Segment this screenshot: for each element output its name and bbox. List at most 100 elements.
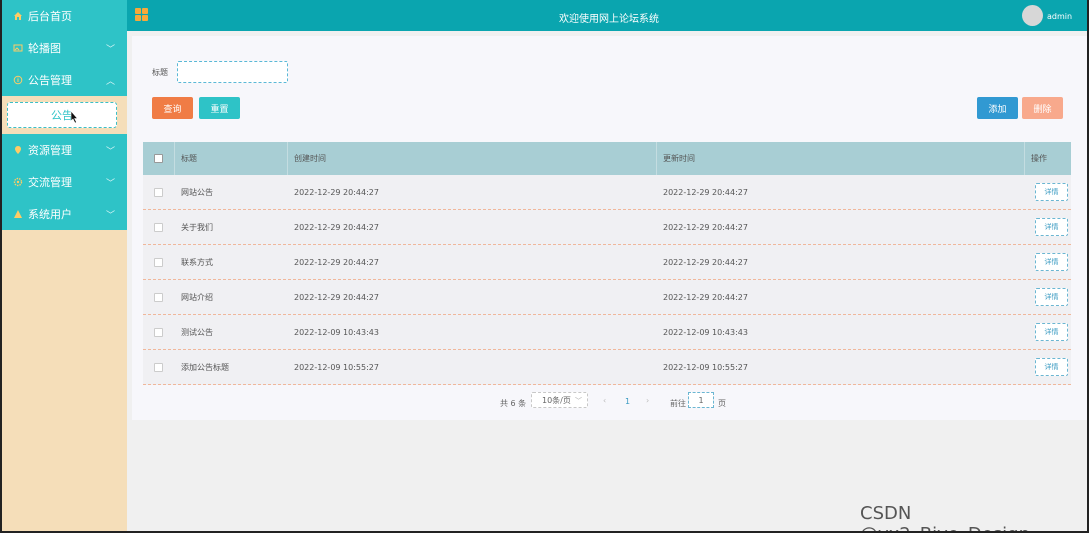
- chevron-down-icon: ﹀: [105, 211, 115, 221]
- cell-created: 2022-12-09 10:55:27: [294, 362, 379, 372]
- cell-title: 网站公告: [181, 187, 213, 197]
- cell-created: 2022-12-29 20:44:27: [294, 222, 379, 232]
- cell-title: 添加公告标题: [181, 362, 229, 372]
- chevron-down-icon: ﹀: [105, 147, 115, 157]
- sidebar-menu-lower: 资源管理 ﹀ 交流管理 ﹀ 系统用户 ﹀: [2, 134, 127, 230]
- next-page-icon[interactable]: ›: [646, 396, 649, 405]
- sidebar-item-resources[interactable]: 资源管理 ﹀: [2, 134, 127, 166]
- content-panel: 标题 查询 重置 添加 删除 标题 创建时间 更新时间 操作 网站公告 2022…: [132, 36, 1087, 420]
- goto-page-input[interactable]: 1: [688, 392, 714, 408]
- location-icon: [12, 144, 24, 156]
- page-size-value: 10条/页: [542, 395, 571, 405]
- row-check-cell: [143, 175, 174, 209]
- sidebar-item-notices[interactable]: 公告管理 ︿: [2, 64, 127, 96]
- username[interactable]: admin: [1047, 12, 1072, 21]
- chevron-down-icon: ﹀: [105, 45, 115, 55]
- goto-label: 前往: [670, 399, 686, 408]
- main-content: 标题 查询 重置 添加 删除 标题 创建时间 更新时间 操作 网站公告 2022…: [127, 31, 1087, 531]
- cell-updated: 2022-12-29 20:44:27: [663, 187, 748, 197]
- row-check-cell: [143, 350, 174, 384]
- row-checkbox[interactable]: [154, 327, 163, 337]
- page-number[interactable]: 1: [625, 397, 630, 406]
- submenu: 公告: [2, 96, 127, 134]
- search-label: 标题: [152, 68, 168, 77]
- table-row: 关于我们 2022-12-29 20:44:27 2022-12-29 20:4…: [143, 210, 1071, 245]
- sidebar-item-label: 交流管理: [28, 176, 72, 189]
- image-icon: [12, 42, 24, 54]
- sidebar-item-label: 公告管理: [28, 74, 72, 87]
- cell-created: 2022-12-29 20:44:27: [294, 257, 379, 267]
- cell-updated: 2022-12-29 20:44:27: [663, 257, 748, 267]
- header-created: 创建时间: [294, 154, 326, 163]
- row-checkbox[interactable]: [154, 292, 163, 302]
- detail-button[interactable]: 详情: [1035, 288, 1068, 306]
- row-checkbox[interactable]: [154, 222, 163, 232]
- table-row: 测试公告 2022-12-09 10:43:43 2022-12-09 10:4…: [143, 315, 1071, 350]
- header-updated: 更新时间: [663, 154, 695, 163]
- watermark: CSDN @vx2_Biye_Design: [860, 503, 1030, 531]
- submenu-item-notice[interactable]: 公告: [7, 102, 117, 128]
- notice-table: 标题 创建时间 更新时间 操作 网站公告 2022-12-29 20:44:27…: [143, 142, 1071, 385]
- header-title: 标题: [181, 154, 197, 163]
- cell-title: 关于我们: [181, 222, 213, 232]
- search-input[interactable]: [177, 61, 288, 83]
- page-suffix: 页: [718, 399, 726, 408]
- cell-created: 2022-12-09 10:43:43: [294, 327, 379, 337]
- row-check-cell: [143, 280, 174, 314]
- cell-title: 测试公告: [181, 327, 213, 337]
- page-title: 欢迎使用网上论坛系统: [559, 14, 659, 25]
- sidebar-menu: 后台首页 轮播图 ﹀ 公告管理 ︿: [2, 0, 127, 96]
- delete-button[interactable]: 删除: [1022, 97, 1063, 119]
- select-all-checkbox[interactable]: [154, 154, 163, 163]
- column-divider: [287, 142, 288, 175]
- sidebar-item-home[interactable]: 后台首页: [2, 0, 127, 32]
- detail-button[interactable]: 详情: [1035, 253, 1068, 271]
- table-row: 网站公告 2022-12-29 20:44:27 2022-12-29 20:4…: [143, 175, 1071, 210]
- app-frame: 后台首页 轮播图 ﹀ 公告管理 ︿ 公告 资源管理 ﹀ 交流管理 ﹀ 系统用户 …: [0, 0, 1089, 533]
- chevron-down-icon: ﹀: [105, 179, 115, 189]
- info-icon: [12, 74, 24, 86]
- detail-button[interactable]: 详情: [1035, 323, 1068, 341]
- cell-created: 2022-12-29 20:44:27: [294, 187, 379, 197]
- sidebar: 后台首页 轮播图 ﹀ 公告管理 ︿ 公告 资源管理 ﹀ 交流管理 ﹀ 系统用户 …: [2, 0, 127, 531]
- add-button[interactable]: 添加: [977, 97, 1018, 119]
- avatar[interactable]: [1022, 5, 1043, 26]
- cell-updated: 2022-12-29 20:44:27: [663, 222, 748, 232]
- detail-button[interactable]: 详情: [1035, 358, 1068, 376]
- column-divider: [1024, 142, 1025, 175]
- cell-created: 2022-12-29 20:44:27: [294, 292, 379, 302]
- row-checkbox[interactable]: [154, 187, 163, 197]
- chevron-up-icon: ︿: [105, 77, 115, 87]
- column-divider: [174, 142, 175, 175]
- row-checkbox[interactable]: [154, 362, 163, 372]
- table-row: 添加公告标题 2022-12-09 10:55:27 2022-12-09 10…: [143, 350, 1071, 385]
- pagination: 共 6 条 10条/页 ﹀ ‹ 1 › 前往 1 页: [132, 392, 1087, 412]
- query-button[interactable]: 查询: [152, 97, 193, 119]
- sidebar-item-exchange[interactable]: 交流管理 ﹀: [2, 166, 127, 198]
- cell-updated: 2022-12-29 20:44:27: [663, 292, 748, 302]
- detail-button[interactable]: 详情: [1035, 183, 1068, 201]
- cell-updated: 2022-12-09 10:43:43: [663, 327, 748, 337]
- sidebar-item-users[interactable]: 系统用户 ﹀: [2, 198, 127, 230]
- table-row: 网站介绍 2022-12-29 20:44:27 2022-12-29 20:4…: [143, 280, 1071, 315]
- sidebar-item-label: 系统用户: [28, 208, 72, 221]
- table-header: 标题 创建时间 更新时间 操作: [143, 142, 1071, 175]
- sidebar-item-label: 后台首页: [28, 10, 72, 23]
- row-check-cell: [143, 245, 174, 279]
- column-divider: [656, 142, 657, 175]
- row-check-cell: [143, 210, 174, 244]
- row-checkbox[interactable]: [154, 257, 163, 267]
- topbar: 欢迎使用网上论坛系统 admin: [127, 0, 1087, 31]
- home-icon: [12, 10, 24, 22]
- reset-button[interactable]: 重置: [199, 97, 240, 119]
- header-operation: 操作: [1031, 154, 1047, 163]
- detail-button[interactable]: 详情: [1035, 218, 1068, 236]
- sidebar-item-carousel[interactable]: 轮播图 ﹀: [2, 32, 127, 64]
- table-row: 联系方式 2022-12-29 20:44:27 2022-12-29 20:4…: [143, 245, 1071, 280]
- page-size-select[interactable]: 10条/页 ﹀: [531, 392, 588, 408]
- sidebar-item-label: 轮播图: [28, 42, 61, 55]
- prev-page-icon[interactable]: ‹: [603, 396, 606, 405]
- pagination-total: 共 6 条: [500, 399, 527, 408]
- gear-icon: [12, 176, 24, 188]
- sidebar-item-label: 资源管理: [28, 144, 72, 157]
